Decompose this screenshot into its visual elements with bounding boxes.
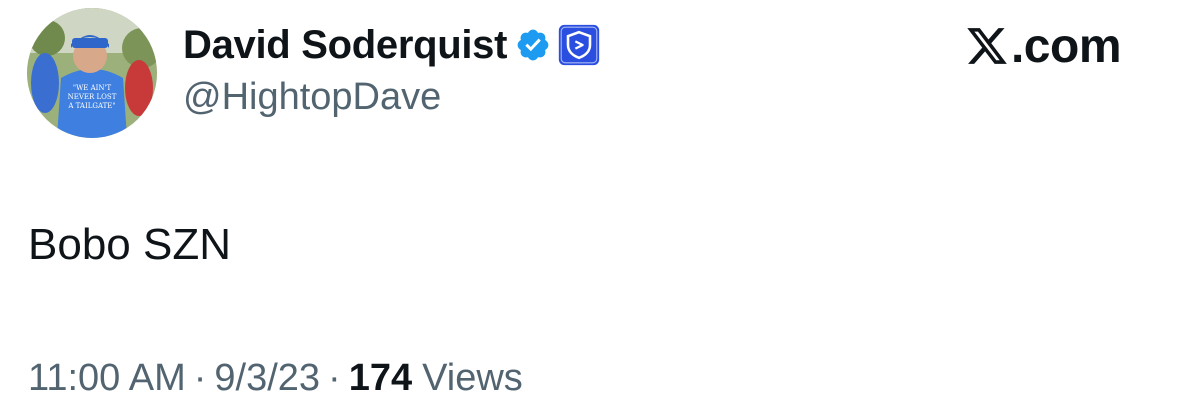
meta-separator: · xyxy=(193,357,207,399)
author-handle[interactable]: @HightopDave xyxy=(183,76,441,119)
tweet-meta: 11:00 AM · 9/3/23 · 174 Views xyxy=(28,357,523,400)
display-name[interactable]: David Soderquist xyxy=(183,23,507,68)
affiliate-badge-icon[interactable] xyxy=(557,23,601,67)
x-logo-icon xyxy=(965,24,1009,68)
avatar-shirt-line-2: NEVER LOST xyxy=(68,93,117,101)
author-name-row: David Soderquist xyxy=(183,20,601,70)
brand-watermark: .com xyxy=(965,18,1122,74)
avatar-shirt-line-1: "WE AIN'T xyxy=(73,84,112,92)
verified-badge-icon[interactable] xyxy=(515,27,551,63)
avatar[interactable]: "WE AIN'T NEVER LOST A TAILGATE" xyxy=(27,8,157,138)
views-count[interactable]: 174 xyxy=(349,357,412,400)
meta-separator: · xyxy=(328,357,341,399)
tweet-text: Bobo SZN xyxy=(28,220,231,269)
avatar-image: "WE AIN'T NEVER LOST A TAILGATE" xyxy=(27,8,157,138)
tweet-date[interactable]: 9/3/23 xyxy=(214,357,320,400)
tweet-time[interactable]: 11:00 AM xyxy=(28,357,186,400)
avatar-shirt-line-3: A TAILGATE" xyxy=(67,102,115,110)
views-label: Views xyxy=(422,357,523,399)
brand-domain: .com xyxy=(1010,19,1122,73)
